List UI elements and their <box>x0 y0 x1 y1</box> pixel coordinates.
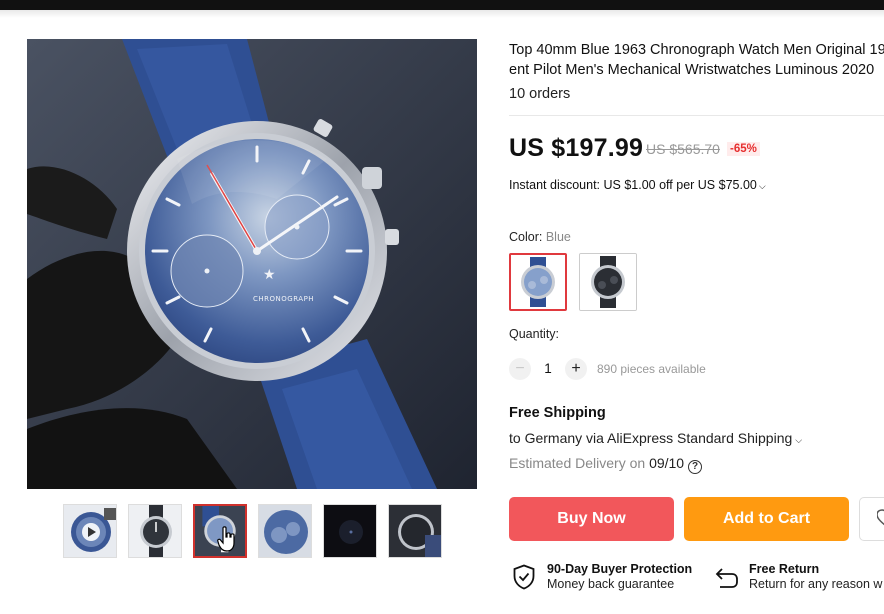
orders-count: 10 orders <box>509 86 571 102</box>
color-label: Color: Blue <box>509 230 571 244</box>
thumbnail-blue-dial-closeup[interactable] <box>258 504 312 558</box>
thumbnail-video-image <box>64 505 116 557</box>
buyer-protection-title: 90-Day Buyer Protection <box>547 562 693 576</box>
thumbnail-dark-lume[interactable] <box>323 504 377 558</box>
help-icon[interactable]: ? <box>688 460 703 474</box>
quantity-minus-button[interactable]: − <box>509 358 531 380</box>
svg-text:★: ★ <box>263 267 276 283</box>
instant-discount-text: Instant discount: US $1.00 off per US $7… <box>509 178 757 192</box>
shipping-route: to Germany via AliExpress Standard Shipp… <box>509 430 793 446</box>
instant-discount[interactable]: Instant discount: US $1.00 off per US $7… <box>509 178 766 192</box>
buyer-protection-subtitle: Money back guarantee <box>547 577 675 591</box>
swatch-black-image <box>580 254 636 310</box>
chevron-down-icon: ⌵ <box>795 435 803 445</box>
quantity-value[interactable]: 1 <box>537 361 559 376</box>
product-title: Top 40mm Blue 1963 Chronograph Watch Men… <box>509 40 884 80</box>
thumbnail-dark-lume-image <box>324 505 376 557</box>
delivery-date: 09/10 <box>649 455 685 471</box>
swatch-blue-image <box>511 255 565 309</box>
shipping-method[interactable]: to Germany via AliExpress Standard Shipp… <box>509 430 802 446</box>
minus-icon: − <box>515 360 525 377</box>
heart-icon <box>877 509 884 526</box>
buy-now-button[interactable]: Buy Now <box>509 497 674 541</box>
delivery-label: Estimated Delivery on <box>509 455 646 471</box>
chevron-down-icon: ⌵ <box>758 181 766 191</box>
quantity-label: Quantity: <box>509 327 560 341</box>
color-swatch-blue[interactable] <box>509 253 567 311</box>
product-title-line-2: ent Pilot Men's Mechanical Wristwatches … <box>509 62 875 78</box>
pieces-available: 890 pieces available <box>597 362 706 376</box>
top-bar <box>0 0 884 10</box>
shield-check-icon <box>513 564 535 590</box>
thumbnail-video[interactable] <box>63 504 117 558</box>
color-label-text: Color: <box>509 230 543 244</box>
quantity-plus-button[interactable]: + <box>565 358 587 380</box>
discount-badge: -65% <box>727 142 760 156</box>
main-product-image[interactable]: ★ CHRONOGRAPH <box>27 39 477 489</box>
color-swatch-black[interactable] <box>579 253 637 311</box>
thumbnail-blue-dial-closeup-image <box>259 505 311 557</box>
thumbnail-black-dial-angle-image <box>389 505 441 557</box>
hand-cursor-icon <box>217 526 235 552</box>
current-price: US $197.99 <box>509 134 644 162</box>
color-value: Blue <box>545 230 571 244</box>
wishlist-button[interactable] <box>859 497 884 541</box>
return-icon <box>715 568 738 588</box>
svg-text:CHRONOGRAPH: CHRONOGRAPH <box>253 295 314 303</box>
thumbnail-black-dial-angle[interactable] <box>388 504 442 558</box>
plus-icon: + <box>571 360 581 377</box>
shipping-title: Free Shipping <box>509 405 606 421</box>
estimated-delivery: Estimated Delivery on 09/10? <box>509 455 703 474</box>
watch-photo: ★ CHRONOGRAPH <box>27 39 477 489</box>
original-price: US $565.70 <box>646 141 720 157</box>
thumbnail-strip <box>63 504 443 558</box>
thumbnail-black-watch-image <box>129 505 181 557</box>
free-return-title: Free Return <box>749 562 820 576</box>
top-bar-shadow <box>0 10 884 18</box>
divider <box>509 115 884 116</box>
free-return-subtitle: Return for any reason w <box>749 577 883 591</box>
thumbnail-black-watch[interactable] <box>128 504 182 558</box>
product-title-line-1: Top 40mm Blue 1963 Chronograph Watch Men… <box>509 42 884 58</box>
add-to-cart-button[interactable]: Add to Cart <box>684 497 849 541</box>
